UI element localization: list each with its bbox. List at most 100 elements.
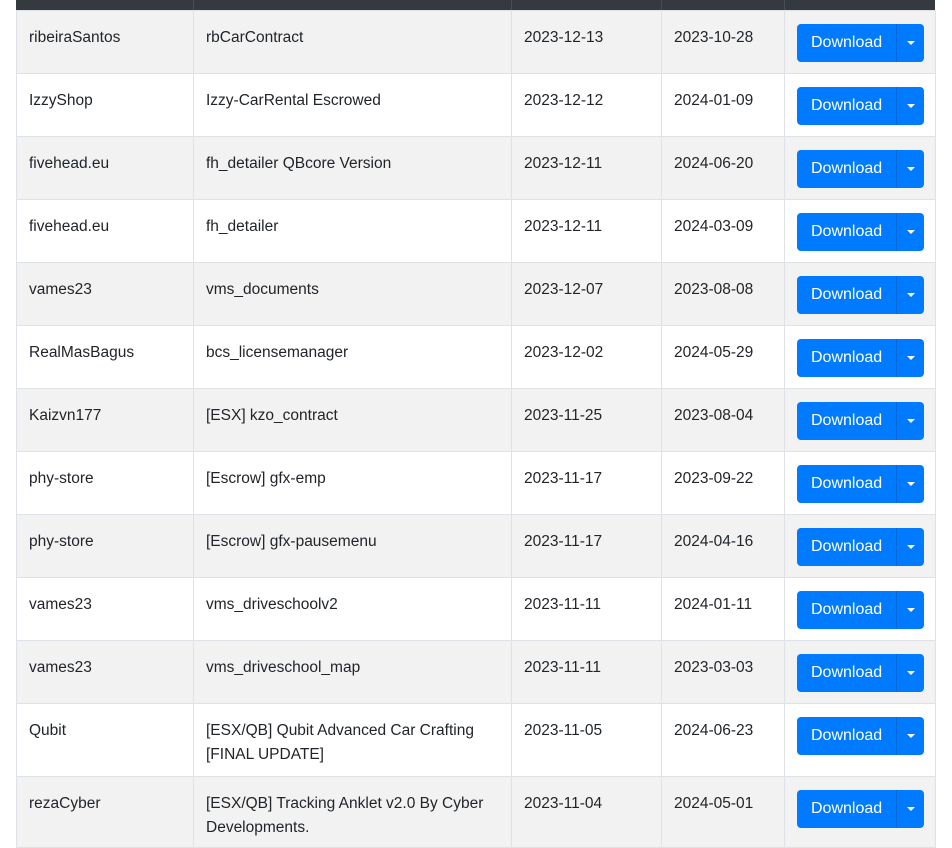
row-action-cell: Download: [784, 776, 936, 848]
download-button[interactable]: Download: [797, 339, 897, 377]
download-split-button: Download: [797, 790, 925, 828]
releases-table-container: ribeiraSantos rbCarContract 2023-12-13 2023…: [16, 0, 936, 848]
download-button[interactable]: Download: [797, 654, 897, 692]
download-options-toggle[interactable]: [896, 276, 925, 314]
row-action-cell: Download: [784, 262, 936, 326]
download-button[interactable]: Download: [797, 790, 897, 828]
download-options-toggle[interactable]: [896, 402, 925, 440]
row-updated-date-cell: 2023-10-28: [661, 10, 785, 74]
caret-down-icon: [906, 293, 915, 297]
download-options-toggle[interactable]: [896, 150, 925, 188]
download-split-button: Download: [797, 339, 925, 377]
row-release-date-cell: 2023-12-12: [511, 73, 662, 137]
row-author-cell: fivehead.eu: [16, 199, 194, 263]
download-options-toggle[interactable]: [896, 591, 925, 629]
row-updated-date-cell: 2023-09-22: [661, 451, 785, 515]
table-row: IzzyShop Izzy-CarRental Escrowed 2023-12-1…: [16, 73, 936, 137]
download-options-toggle[interactable]: [896, 87, 925, 125]
download-button[interactable]: Download: [797, 213, 897, 251]
caret-down-icon: [906, 734, 915, 738]
download-button[interactable]: Download: [797, 87, 897, 125]
row-release-date-cell: 2023-11-25: [511, 388, 662, 452]
caret-down-icon: [906, 167, 915, 171]
row-action-cell: Download: [784, 451, 936, 515]
download-split-button: Download: [797, 717, 925, 755]
download-split-button: Download: [797, 654, 925, 692]
download-button[interactable]: Download: [797, 717, 897, 755]
row-updated-date-cell: 2024-01-11: [661, 577, 785, 641]
row-resource-name-cell: [ESX/QB] Tracking Anklet v2.0 By Cyber D…: [193, 776, 512, 848]
download-split-button: Download: [797, 150, 925, 188]
row-updated-date-cell: 2024-06-23: [661, 703, 785, 777]
download-split-button: Download: [797, 87, 925, 125]
row-release-date-cell: 2023-11-05: [511, 703, 662, 777]
caret-down-icon: [906, 104, 915, 108]
download-options-toggle[interactable]: [896, 528, 925, 566]
table-row: RealMasBagus bcs_licensemanager 2023-12-02…: [16, 325, 936, 389]
download-split-button: Download: [797, 24, 925, 62]
table-row: Kaizvn177 [ESX] kzo_contract 2023-11-25 202…: [16, 388, 936, 452]
download-options-toggle[interactable]: [896, 654, 925, 692]
row-author-cell: Kaizvn177: [16, 388, 194, 452]
row-resource-name-cell: vms_driveschoolv2: [193, 577, 512, 641]
row-author-cell: vames23: [16, 577, 194, 641]
download-options-toggle[interactable]: [896, 24, 925, 62]
download-split-button: Download: [797, 213, 925, 251]
row-author-cell: RealMasBagus: [16, 325, 194, 389]
download-button[interactable]: Download: [797, 402, 897, 440]
caret-down-icon: [906, 807, 915, 811]
row-action-cell: Download: [784, 10, 936, 74]
caret-down-icon: [906, 608, 915, 612]
download-button[interactable]: Download: [797, 465, 897, 503]
table-row: Qubit [ESX/QB] Qubit Advanced Car Craftin…: [16, 703, 936, 777]
row-resource-name-cell: fh_detailer: [193, 199, 512, 263]
download-button[interactable]: Download: [797, 528, 897, 566]
download-split-button: Download: [797, 591, 925, 629]
download-button[interactable]: Download: [797, 150, 897, 188]
table-header-strip: [16, 0, 935, 10]
download-options-toggle[interactable]: [896, 465, 925, 503]
row-release-date-cell: 2023-12-02: [511, 325, 662, 389]
table-row: phy-store [Escrow] gfx-pausemenu 2023-11-1…: [16, 514, 936, 578]
row-resource-name-cell: vms_driveschool_map: [193, 640, 512, 704]
download-options-toggle[interactable]: [896, 717, 925, 755]
row-release-date-cell: 2023-12-11: [511, 136, 662, 200]
row-action-cell: Download: [784, 577, 936, 641]
row-author-cell: phy-store: [16, 514, 194, 578]
download-split-button: Download: [797, 402, 925, 440]
table-row: fivehead.eu fh_detailer QBcore Version 202…: [16, 136, 936, 200]
row-action-cell: Download: [784, 136, 936, 200]
row-updated-date-cell: 2023-03-03: [661, 640, 785, 704]
download-options-toggle[interactable]: [896, 213, 925, 251]
table-row: ribeiraSantos rbCarContract 2023-12-13 2023…: [16, 10, 936, 74]
caret-down-icon: [906, 230, 915, 234]
download-options-toggle[interactable]: [896, 790, 925, 828]
row-updated-date-cell: 2024-06-20: [661, 136, 785, 200]
row-resource-name-cell: Izzy-CarRental Escrowed: [193, 73, 512, 137]
row-resource-name-cell: bcs_licensemanager: [193, 325, 512, 389]
download-button[interactable]: Download: [797, 276, 897, 314]
row-author-cell: rezaCyber: [16, 776, 194, 848]
row-resource-name-cell: fh_detailer QBcore Version: [193, 136, 512, 200]
row-release-date-cell: 2023-12-11: [511, 199, 662, 263]
row-action-cell: Download: [784, 73, 936, 137]
caret-down-icon: [906, 41, 915, 45]
row-action-cell: Download: [784, 640, 936, 704]
row-updated-date-cell: 2024-04-16: [661, 514, 785, 578]
row-author-cell: fivehead.eu: [16, 136, 194, 200]
row-action-cell: Download: [784, 199, 936, 263]
row-resource-name-cell: [Escrow] gfx-emp: [193, 451, 512, 515]
releases-table: ribeiraSantos rbCarContract 2023-12-13 2023…: [16, 10, 936, 848]
row-release-date-cell: 2023-11-17: [511, 514, 662, 578]
row-resource-name-cell: vms_documents: [193, 262, 512, 326]
table-row: vames23 vms_driveschool_map 2023-11-11 2023…: [16, 640, 936, 704]
row-author-cell: ribeiraSantos: [16, 10, 194, 74]
download-split-button: Download: [797, 465, 925, 503]
row-release-date-cell: 2023-11-04: [511, 776, 662, 848]
row-resource-name-cell: rbCarContract: [193, 10, 512, 74]
download-options-toggle[interactable]: [896, 339, 925, 377]
download-split-button: Download: [797, 528, 925, 566]
download-button[interactable]: Download: [797, 24, 897, 62]
download-button[interactable]: Download: [797, 591, 897, 629]
row-author-cell: vames23: [16, 640, 194, 704]
